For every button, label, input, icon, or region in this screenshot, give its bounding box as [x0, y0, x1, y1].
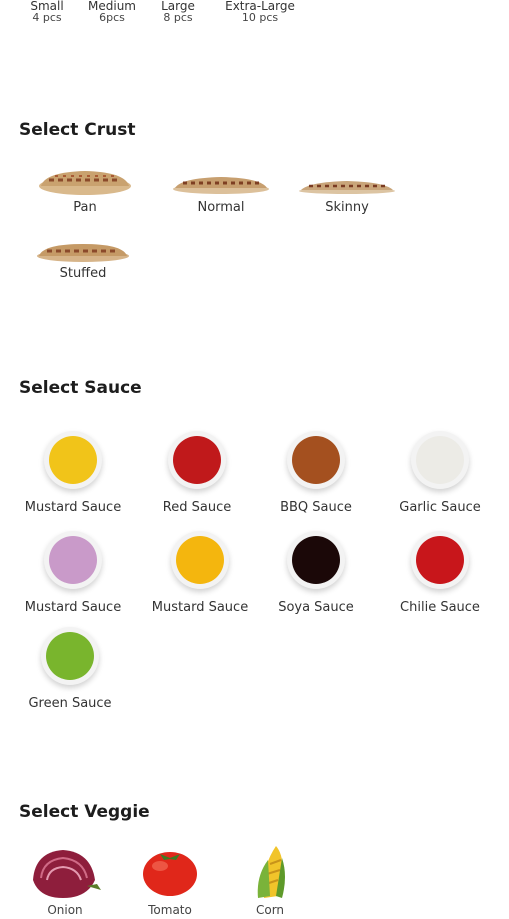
veggie-option-onion[interactable]: Onion	[25, 840, 105, 917]
sauce-option-mustard[interactable]: Mustard Sauce	[13, 431, 133, 515]
sauce-color	[416, 536, 464, 584]
size-option-large[interactable]: Large 8 pcs	[154, 0, 202, 24]
veggie-option-tomato[interactable]: Tomato	[130, 840, 210, 917]
size-pieces: 8 pcs	[163, 11, 193, 24]
sauce-bowl	[171, 531, 229, 589]
size-pieces: 4 pcs	[32, 11, 62, 24]
sauce-option-chilie[interactable]: Chilie Sauce	[380, 531, 500, 615]
sauce-option-bbq[interactable]: BBQ Sauce	[256, 431, 376, 515]
crust-option-normal[interactable]: Normal	[166, 166, 276, 215]
crust-label: Stuffed	[59, 266, 107, 281]
crust-option-pan[interactable]: Pan	[30, 166, 140, 215]
sauce-option-mustard-yellow[interactable]: Mustard Sauce	[140, 531, 260, 615]
crust-label: Normal	[197, 200, 245, 215]
crust-label: Pan	[73, 200, 97, 215]
sauce-color	[176, 536, 224, 584]
sauce-option-mustard-purple[interactable]: Mustard Sauce	[13, 531, 133, 615]
sauce-option-soya[interactable]: Soya Sauce	[256, 531, 376, 615]
sauce-color	[292, 436, 340, 484]
size-option-medium[interactable]: Medium 6pcs	[82, 0, 142, 24]
crust-label: Skinny	[325, 200, 369, 215]
sauce-bowl	[41, 627, 99, 685]
sauce-bowl	[411, 431, 469, 489]
sauce-label: Mustard Sauce	[24, 500, 122, 515]
crust-option-stuffed[interactable]: Stuffed	[28, 236, 138, 281]
sauce-label: Mustard Sauce	[151, 600, 249, 615]
pan-crust-icon	[39, 171, 131, 195]
sauce-label: Red Sauce	[162, 500, 232, 515]
sauce-option-red[interactable]: Red Sauce	[137, 431, 257, 515]
sauce-bowl	[44, 431, 102, 489]
sauce-color	[49, 436, 97, 484]
size-pieces: 10 pcs	[241, 11, 279, 24]
skinny-crust-icon	[299, 181, 395, 194]
veggie-label: Corn	[255, 903, 285, 917]
crust-section-title: Select Crust	[19, 120, 136, 140]
veggie-label: Tomato	[148, 903, 192, 917]
crust-option-skinny[interactable]: Skinny	[292, 166, 402, 215]
sauce-bowl	[411, 531, 469, 589]
veggie-section-title: Select Veggie	[19, 802, 150, 822]
sauce-label: Garlic Sauce	[399, 500, 481, 515]
stuffed-crust-icon	[37, 244, 129, 262]
sauce-color	[49, 536, 97, 584]
corn-icon	[257, 846, 285, 898]
normal-crust-icon	[173, 177, 269, 194]
sauce-label: BBQ Sauce	[280, 500, 352, 515]
sauce-label: Green Sauce	[28, 696, 112, 711]
tomato-icon	[143, 852, 197, 896]
sauce-bowl	[44, 531, 102, 589]
sauce-bowl	[287, 431, 345, 489]
sauce-label: Chilie Sauce	[400, 600, 480, 615]
size-option-small[interactable]: Small 4 pcs	[24, 0, 70, 24]
veggie-label: Onion	[47, 903, 83, 917]
sauce-color	[416, 436, 464, 484]
sauce-option-green[interactable]: Green Sauce	[10, 627, 130, 711]
onion-icon	[33, 850, 101, 898]
sauce-bowl	[287, 531, 345, 589]
size-pieces: 6pcs	[99, 11, 125, 24]
sauce-color	[46, 632, 94, 680]
sauce-color	[292, 536, 340, 584]
veggie-option-corn[interactable]: Corn	[230, 840, 310, 917]
sauce-section-title: Select Sauce	[19, 378, 142, 398]
size-option-extra-large[interactable]: Extra-Large 10 pcs	[214, 0, 306, 24]
sauce-color	[173, 436, 221, 484]
sauce-bowl	[168, 431, 226, 489]
sauce-option-garlic[interactable]: Garlic Sauce	[380, 431, 500, 515]
sauce-label: Mustard Sauce	[24, 600, 122, 615]
sauce-label: Soya Sauce	[278, 600, 354, 615]
